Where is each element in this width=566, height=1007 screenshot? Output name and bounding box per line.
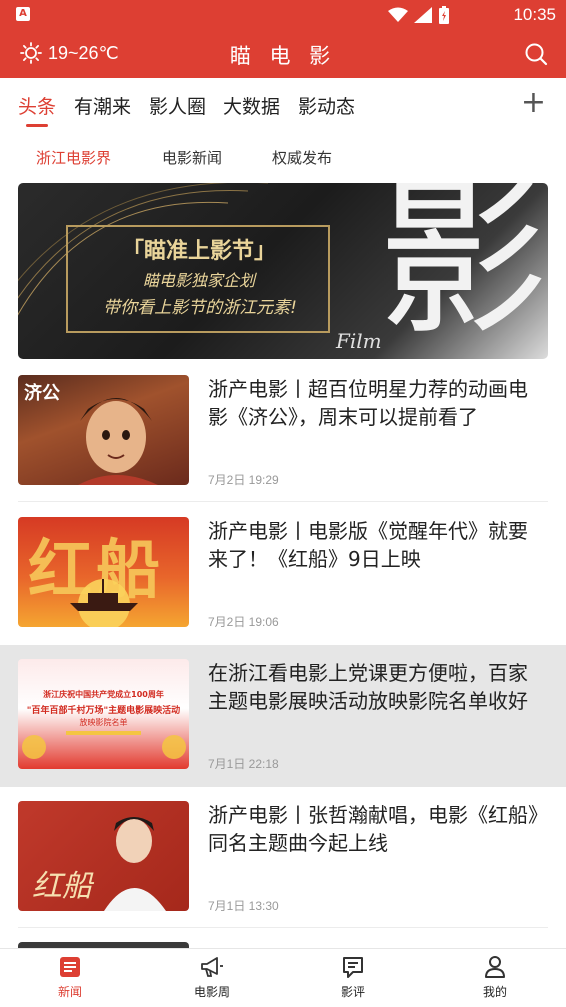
- cartoon-character-image: [78, 398, 158, 485]
- banner-film-text: Film: [336, 329, 382, 353]
- tab-people[interactable]: 影人圈: [149, 92, 206, 119]
- news-thumbnail: 济公: [18, 375, 189, 485]
- sub-tabs: 浙江电影界 电影新闻 权威发布: [0, 140, 566, 174]
- active-tab-indicator: [26, 124, 48, 127]
- search-icon[interactable]: [524, 42, 548, 66]
- comment-icon: [343, 957, 363, 978]
- list-item[interactable]: 济公 浙产电影丨超百位明星力荐的动画电影《济公》，周末可以提前看了 7月2日 1…: [0, 361, 566, 503]
- tab-news-updates[interactable]: 影动态: [298, 92, 355, 119]
- system-icons: [388, 6, 450, 24]
- banner-subline: 瞄电影独家企划: [142, 271, 255, 290]
- divider: [18, 501, 548, 502]
- news-thumbnail: 浙江庆祝中国共产党成立100周年 "百年百部千村万场"主题电影展映活动 放映影院…: [18, 659, 189, 769]
- news-title: 浙产电影丨张哲瀚献唱，电影《红船》同名主题曲今起上线: [208, 803, 538, 855]
- bottom-navigation: 新闻 电影周 影评 我的: [0, 948, 566, 1007]
- news-thumbnail: 红船: [18, 801, 189, 911]
- tab-headlines[interactable]: 头条: [18, 92, 56, 119]
- news-date: 7月1日 13:30: [208, 899, 279, 913]
- news-date: 7月1日 22:18: [208, 757, 279, 771]
- news-date: 7月2日 19:29: [208, 473, 279, 487]
- signal-icon: [414, 7, 432, 23]
- news-title: 在浙江看电影上党课更方便啦，百家主题电影展映活动放映影院名单收好: [208, 661, 528, 713]
- subtab-zhejiang-film[interactable]: 浙江电影界: [36, 147, 111, 168]
- tab-trending[interactable]: 有潮来: [74, 92, 131, 119]
- nav-label: 我的: [482, 985, 507, 999]
- subtab-official-release[interactable]: 权威发布: [272, 147, 332, 168]
- divider: [18, 927, 548, 928]
- tab-big-data[interactable]: 大数据: [223, 92, 280, 119]
- banner-tagline: 带你看上影节的浙江元素!: [103, 298, 297, 318]
- news-title: 浙产电影丨电影版《觉醒年代》就要来了！《红船》9日上映: [208, 519, 528, 571]
- battery-icon: [439, 6, 449, 24]
- clock: 10:35: [513, 5, 556, 24]
- red-boat-image: [70, 579, 138, 627]
- add-tab-icon[interactable]: +: [521, 88, 546, 118]
- party-emblem-image: [22, 731, 186, 759]
- actor-portrait-image: [104, 817, 166, 911]
- featured-banner[interactable]: 「瞄准上影节」 瞄电影独家企划 带你看上影节的浙江元素! 影 Film: [18, 183, 548, 359]
- list-item[interactable]: 红船 浙产电影丨张哲瀚献唱，电影《红船》同名主题曲今起上线 7月1日 13:30: [0, 787, 566, 929]
- list-item[interactable]: 红船 浙产电影丨电影版《觉醒年代》就要来了！《红船》9日上映 7月2日 19:0…: [0, 503, 566, 645]
- banner-calligraphy: 影: [378, 183, 548, 359]
- news-title: 浙产电影丨超百位明星力荐的动画电影《济公》，周末可以提前看了: [208, 377, 528, 429]
- banner-headline: 「瞄准上影节」: [121, 239, 276, 264]
- nav-reviews[interactable]: 影评: [313, 955, 393, 1000]
- title-bar: 19~26℃ 瞄 电 影: [0, 30, 566, 78]
- category-tabs: 头条 有潮来 影人圈 大数据 影动态 +: [0, 78, 566, 134]
- news-thumbnail: 红船: [18, 517, 189, 627]
- nav-label: 新闻: [57, 985, 82, 999]
- person-icon: [485, 956, 505, 978]
- nav-news[interactable]: 新闻: [30, 955, 110, 1000]
- app-notification-icon: A: [16, 7, 30, 21]
- list-item[interactable]: 浙江庆祝中国共产党成立100周年 "百年百部千村万场"主题电影展映活动 放映影院…: [0, 645, 566, 787]
- news-icon: [60, 957, 80, 977]
- nav-profile[interactable]: 我的: [455, 955, 535, 1000]
- wifi-icon: [388, 7, 408, 22]
- app-title: 瞄 电 影: [229, 44, 337, 68]
- nav-label: 电影周: [193, 985, 230, 999]
- nav-film-week[interactable]: 电影周: [172, 955, 252, 1000]
- megaphone-icon: [201, 957, 223, 977]
- status-bar: A 10:35: [0, 0, 566, 30]
- subtab-film-news[interactable]: 电影新闻: [162, 147, 222, 168]
- nav-label: 影评: [340, 985, 365, 999]
- news-date: 7月2日 19:06: [208, 615, 279, 629]
